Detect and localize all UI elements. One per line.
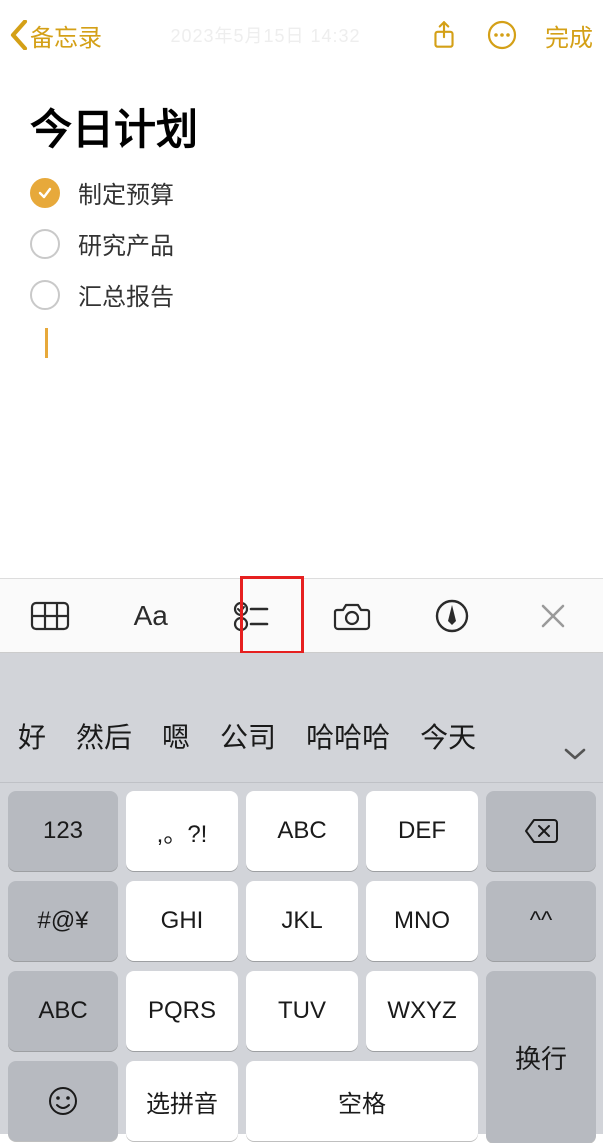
text-cursor [45,328,48,358]
checkbox-empty-icon[interactable] [30,280,60,310]
key-wxyz[interactable]: WXYZ [366,971,478,1051]
key-return[interactable]: 换行 [486,971,596,1143]
key-jkl[interactable]: JKL [246,881,358,961]
expand-suggestions-button[interactable] [555,746,595,762]
format-toolbar: Aa [0,578,603,653]
chevron-left-icon [10,20,28,50]
back-button[interactable]: 备忘录 [10,18,102,53]
key-punct[interactable]: ,。?! [126,791,238,871]
done-button[interactable]: 完成 [545,18,593,53]
close-toolbar-button[interactable] [503,579,603,652]
key-ghi[interactable]: GHI [126,881,238,961]
suggestion[interactable]: 然后 [66,710,142,762]
suggestion[interactable]: 今天 [410,710,480,762]
camera-button[interactable] [302,579,403,652]
table-icon [30,601,70,631]
text-format-button[interactable]: Aa [101,579,202,652]
top-nav: 备忘录 2023年5月15日 14:32 完成 [0,0,603,70]
suggestion[interactable]: 好 [8,710,56,762]
key-abc[interactable]: ABC [246,791,358,871]
aa-icon: Aa [134,600,168,632]
checklist-button[interactable] [201,579,302,652]
key-pqrs[interactable]: PQRS [126,971,238,1051]
checklist-item-text: 研究产品 [78,226,174,261]
note-timestamp: 2023年5月15日 14:32 [102,22,429,48]
share-icon [431,19,457,51]
key-emoticon[interactable]: ^^ [486,881,596,961]
camera-icon [333,601,371,631]
checklist-item-text: 汇总报告 [78,277,174,312]
key-abc-uppercase[interactable]: ABC [8,971,118,1051]
key-emoji[interactable] [8,1061,118,1141]
checkbox-empty-icon[interactable] [30,229,60,259]
note-title: 今日计划 [30,96,573,157]
backspace-icon [524,818,558,844]
key-123[interactable]: 123 [8,791,118,871]
note-body[interactable]: 今日计划 制定预算 研究产品 汇总报告 [0,70,603,358]
checklist-item[interactable]: 汇总报告 [30,277,573,312]
share-button[interactable] [429,20,459,50]
close-icon [540,603,566,629]
emoji-icon [47,1085,79,1117]
checklist-item-text: 制定预算 [78,175,174,210]
key-pinyin[interactable]: 选拼音 [126,1061,238,1141]
checklist-icon [233,600,269,632]
key-tuv[interactable]: TUV [246,971,358,1051]
checklist-item[interactable]: 制定预算 [30,175,573,210]
suggestion[interactable]: 嗯 [152,710,200,762]
key-space[interactable]: 空格 [246,1061,478,1141]
keyboard: 好 然后 嗯 公司 哈哈哈 今天 123 ,。?! ABC DEF [0,653,603,1134]
chevron-down-icon [563,746,587,762]
key-symbols[interactable]: #@¥ [8,881,118,961]
checkbox-checked-icon[interactable] [30,178,60,208]
suggestion[interactable]: 公司 [210,710,286,762]
key-mno[interactable]: MNO [366,881,478,961]
checklist-item[interactable]: 研究产品 [30,226,573,261]
ellipsis-circle-icon [487,20,517,50]
suggestion-bar: 好 然后 嗯 公司 哈哈哈 今天 [0,653,603,783]
more-button[interactable] [487,20,517,50]
markup-button[interactable] [402,579,503,652]
suggestion[interactable]: 哈哈哈 [296,710,400,762]
key-def[interactable]: DEF [366,791,478,871]
key-backspace[interactable] [486,791,596,871]
back-label: 备忘录 [30,18,102,53]
table-button[interactable] [0,579,101,652]
pen-circle-icon [435,599,469,633]
